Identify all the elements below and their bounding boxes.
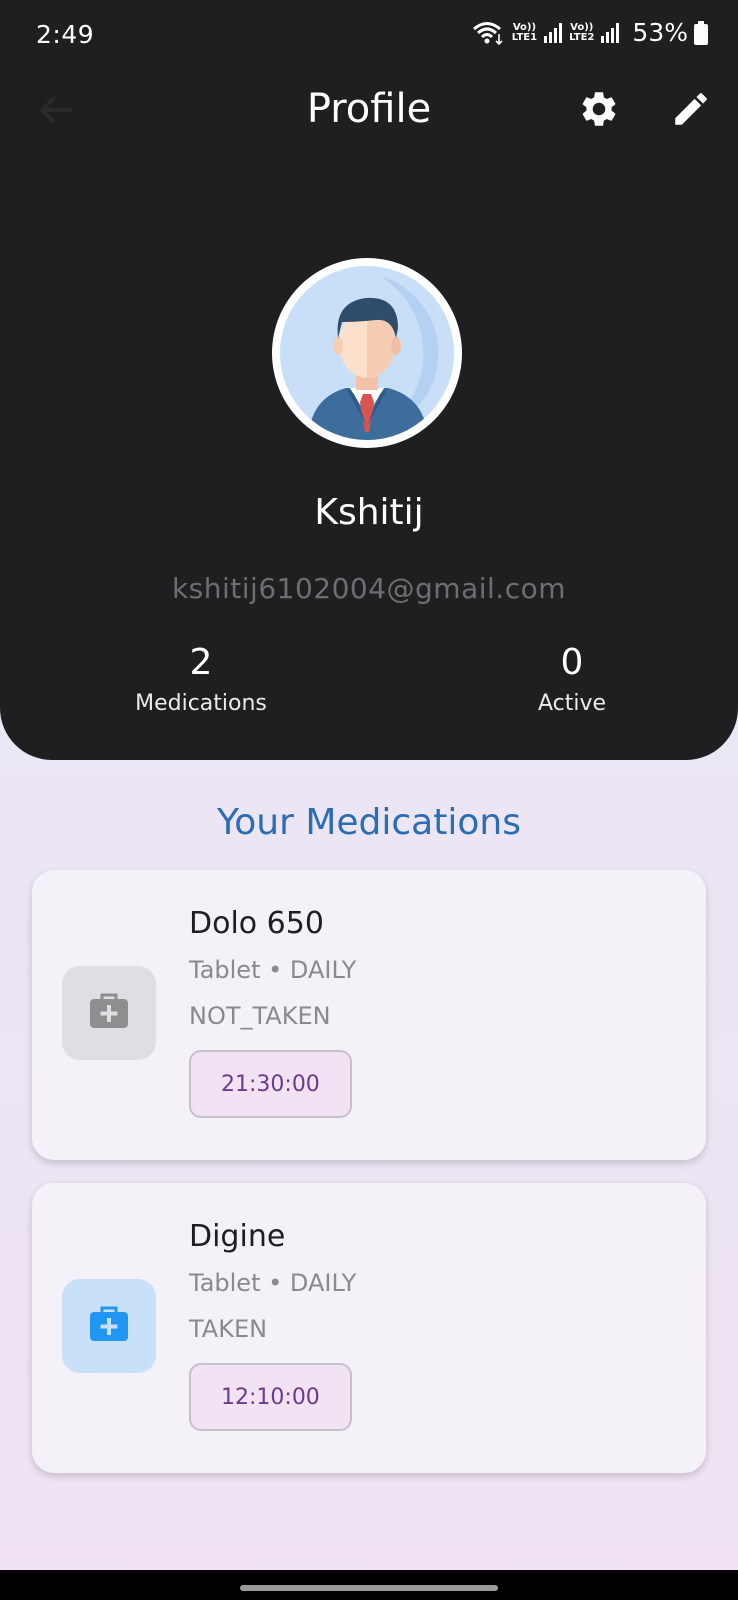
medical-kit-icon xyxy=(89,993,129,1033)
avatar-illustration xyxy=(280,266,454,440)
medication-icon-container xyxy=(62,966,156,1060)
medication-time-chip[interactable]: 21:30:00 xyxy=(189,1050,352,1118)
profile-header: 2:49 Vo)) LTE1 Vo)) LTE2 53% Profile Ksh… xyxy=(0,0,738,760)
battery-icon xyxy=(694,20,708,45)
medication-time-chip[interactable]: 12:10:00 xyxy=(189,1363,352,1431)
status-time: 2:49 xyxy=(36,20,95,49)
medication-type: Tablet • DAILY xyxy=(189,956,357,984)
stat-medications: 2 Medications xyxy=(91,642,311,716)
signal-icon xyxy=(543,22,563,44)
profile-avatar[interactable] xyxy=(272,258,462,448)
status-icons: Vo)) LTE1 Vo)) LTE2 53% xyxy=(472,18,708,47)
top-app-bar: Profile xyxy=(0,70,738,150)
user-name: Kshitij xyxy=(314,492,424,533)
stat-active-value: 0 xyxy=(560,642,584,683)
page-title: Profile xyxy=(306,86,432,132)
medication-card[interactable]: Digine Tablet • DAILY TAKEN 12:10:00 xyxy=(32,1183,706,1473)
medication-icon-container xyxy=(62,1279,156,1373)
medication-status: TAKEN xyxy=(189,1315,268,1343)
medication-name: Digine xyxy=(189,1219,286,1254)
medical-kit-icon xyxy=(89,1306,129,1346)
settings-gear-icon[interactable] xyxy=(578,88,620,134)
medication-status: NOT_TAKEN xyxy=(189,1002,331,1030)
edit-pencil-icon[interactable] xyxy=(670,88,712,134)
stat-active-label: Active xyxy=(537,691,607,716)
stat-active: 0 Active xyxy=(462,642,682,716)
wifi-icon xyxy=(472,20,506,46)
battery-percentage: 53% xyxy=(632,18,688,47)
medication-card[interactable]: Dolo 650 Tablet • DAILY NOT_TAKEN 21:30:… xyxy=(32,870,706,1160)
stat-medications-value: 2 xyxy=(189,642,213,683)
stat-medications-label: Medications xyxy=(135,691,267,716)
section-title-your-medications: Your Medications xyxy=(217,802,521,843)
status-bar: 2:49 Vo)) LTE1 Vo)) LTE2 53% xyxy=(0,0,738,70)
user-email: kshitij6102004@gmail.com xyxy=(171,572,567,605)
volte-lte2-indicator: Vo)) LTE2 xyxy=(569,21,595,43)
medication-name: Dolo 650 xyxy=(189,906,324,941)
gesture-handle[interactable] xyxy=(240,1585,498,1591)
signal-icon-2 xyxy=(600,22,620,44)
medication-type: Tablet • DAILY xyxy=(189,1269,357,1297)
volte-lte1-indicator: Vo)) LTE1 xyxy=(511,21,538,43)
